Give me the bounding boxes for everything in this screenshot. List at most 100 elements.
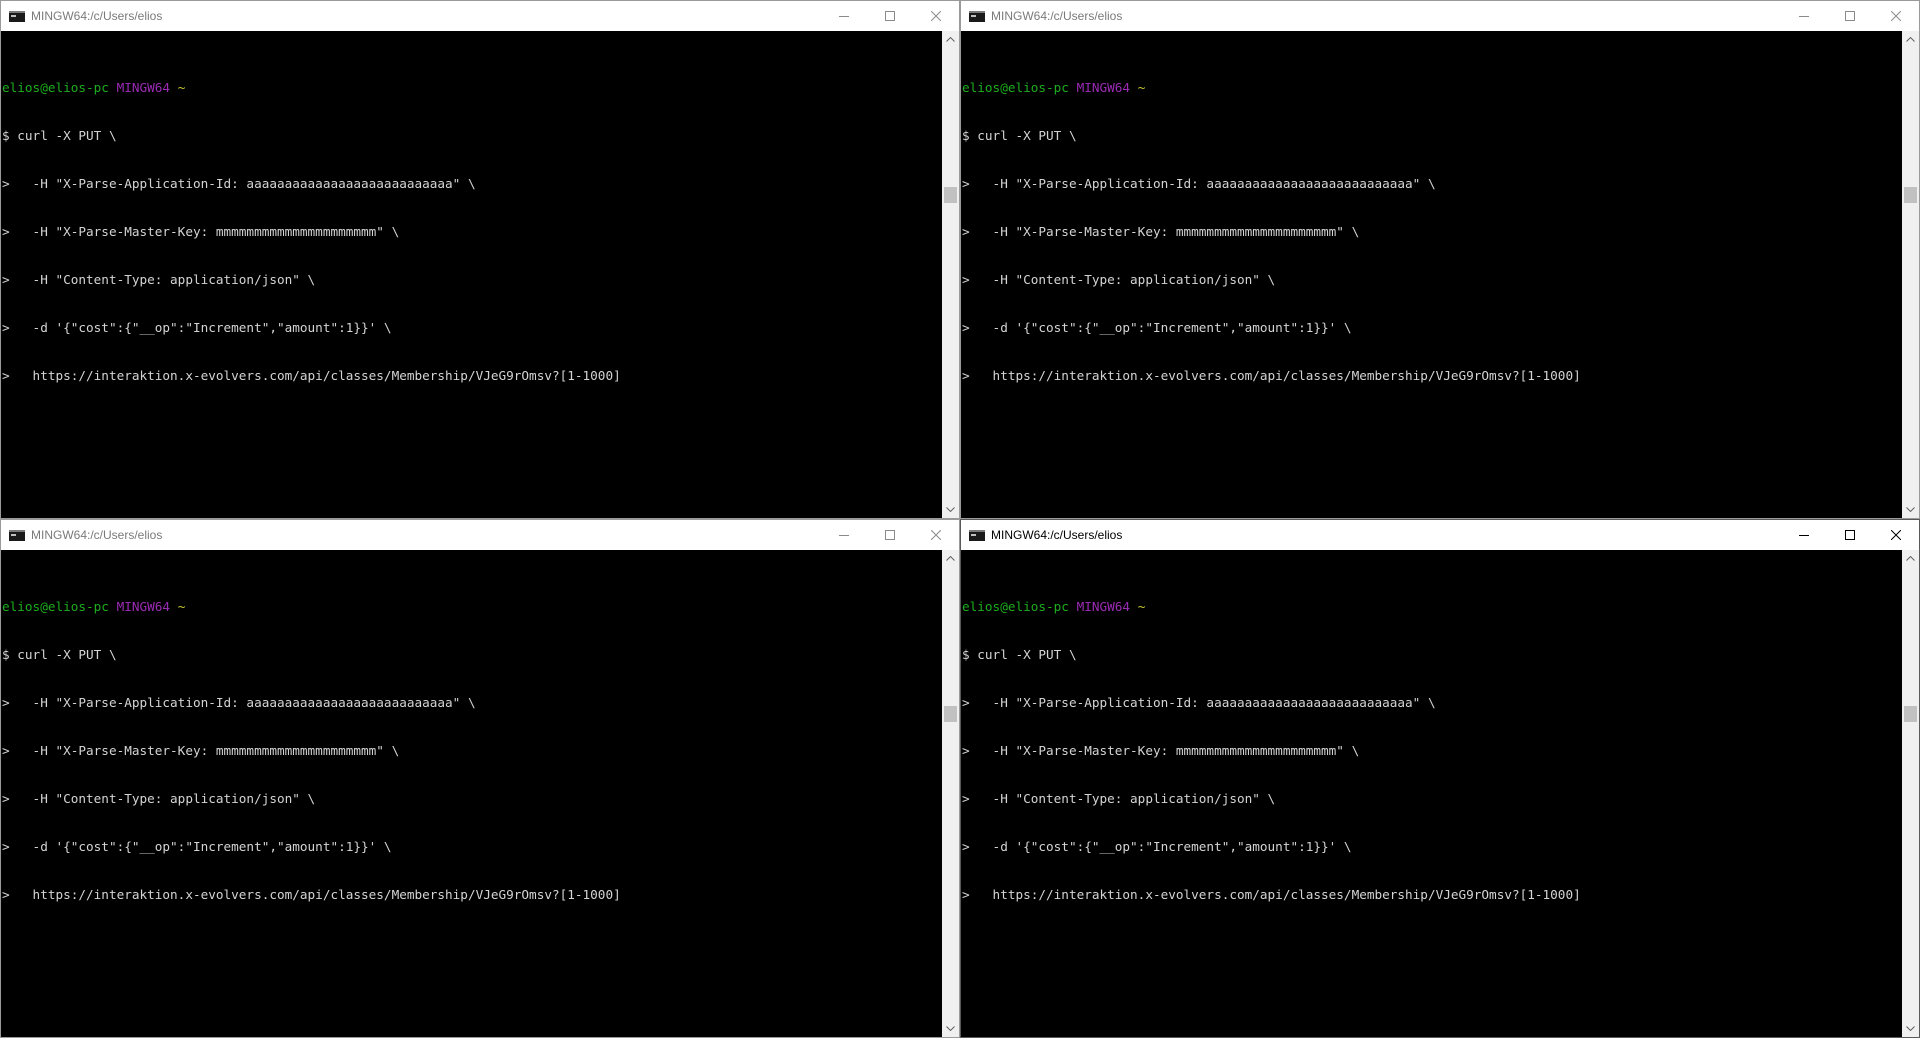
minimize-button[interactable] xyxy=(1781,520,1827,550)
scroll-thumb[interactable] xyxy=(944,706,957,722)
prompt-line: elios@elios-pc MINGW64 ~ xyxy=(962,599,1901,615)
prompt-shell: MINGW64 xyxy=(1076,80,1131,95)
terminal-window-top-left[interactable]: MINGW64:/c/Users/elios elios@elios-pc MI… xyxy=(0,0,960,519)
command-line: > -H "X-Parse-Application-Id: aaaaaaaaaa… xyxy=(2,176,476,191)
command-line: > -H "Content-Type: application/json" \ xyxy=(962,272,1276,287)
scroll-up-arrow-icon xyxy=(946,556,955,561)
close-button[interactable] xyxy=(1873,520,1919,550)
command-line: > -H "X-Parse-Master-Key: mmmmmmmmmmmmmm… xyxy=(2,224,400,239)
window-title: MINGW64:/c/Users/elios xyxy=(991,9,1123,23)
terminal-output[interactable]: elios@elios-pc MINGW64 ~ $ curl -X PUT \… xyxy=(962,48,1901,518)
command-line: > -d '{"cost":{"__op":"Increment","amoun… xyxy=(2,839,392,854)
close-icon xyxy=(1891,530,1901,540)
maximize-icon xyxy=(885,530,895,540)
minimize-icon xyxy=(839,16,849,17)
terminal-output[interactable]: elios@elios-pc MINGW64 ~ $ curl -X PUT \… xyxy=(2,567,941,1037)
command-line: > -H "X-Parse-Master-Key: mmmmmmmmmmmmmm… xyxy=(962,224,1360,239)
console-icon[interactable] xyxy=(9,10,25,22)
command-line: > -d '{"cost":{"__op":"Increment","amoun… xyxy=(962,839,1352,854)
minimize-button[interactable] xyxy=(1781,1,1827,31)
terminal-window-bottom-right[interactable]: MINGW64:/c/Users/elios elios@elios-pc MI… xyxy=(960,519,1920,1038)
caption-buttons xyxy=(821,520,959,550)
command-line: > -H "X-Parse-Application-Id: aaaaaaaaaa… xyxy=(962,176,1436,191)
window-title: MINGW64:/c/Users/elios xyxy=(31,9,163,23)
scroll-down-button[interactable] xyxy=(1902,1020,1919,1037)
title-bar[interactable]: MINGW64:/c/Users/elios xyxy=(961,1,1919,31)
console-icon[interactable] xyxy=(9,529,25,541)
scroll-thumb[interactable] xyxy=(1904,187,1917,203)
prompt-shell: MINGW64 xyxy=(116,599,171,614)
command-line: $ curl -X PUT \ xyxy=(2,128,117,143)
prompt-path: ~ xyxy=(1137,80,1146,95)
scroll-down-button[interactable] xyxy=(942,501,959,518)
terminal-client-area[interactable]: elios@elios-pc MINGW64 ~ $ curl -X PUT \… xyxy=(961,31,1919,518)
maximize-button[interactable] xyxy=(867,1,913,31)
close-button[interactable] xyxy=(1873,1,1919,31)
minimize-button[interactable] xyxy=(821,520,867,550)
scroll-up-arrow-icon xyxy=(1906,556,1915,561)
scroll-down-arrow-icon xyxy=(1906,507,1915,512)
scroll-up-button[interactable] xyxy=(1902,31,1919,48)
close-button[interactable] xyxy=(913,520,959,550)
command-line: > -d '{"cost":{"__op":"Increment","amoun… xyxy=(962,320,1352,335)
prompt-line: elios@elios-pc MINGW64 ~ xyxy=(962,80,1901,96)
prompt-user-host: elios@elios-pc xyxy=(2,599,109,614)
title-bar[interactable]: MINGW64:/c/Users/elios xyxy=(1,520,959,550)
terminal-window-bottom-left[interactable]: MINGW64:/c/Users/elios elios@elios-pc MI… xyxy=(0,519,960,1038)
scroll-up-arrow-icon xyxy=(1906,37,1915,42)
command-line: $ curl -X PUT \ xyxy=(962,128,1077,143)
scroll-thumb[interactable] xyxy=(1904,706,1917,722)
scroll-thumb[interactable] xyxy=(944,187,957,203)
command-line: > -H "X-Parse-Application-Id: aaaaaaaaaa… xyxy=(2,695,476,710)
prompt-shell: MINGW64 xyxy=(116,80,171,95)
command-line: > -H "X-Parse-Application-Id: aaaaaaaaaa… xyxy=(962,695,1436,710)
scroll-down-button[interactable] xyxy=(942,1020,959,1037)
maximize-button[interactable] xyxy=(1827,520,1873,550)
vertical-scrollbar[interactable] xyxy=(1902,550,1919,1037)
vertical-scrollbar[interactable] xyxy=(942,550,959,1037)
scroll-down-button[interactable] xyxy=(1902,501,1919,518)
window-title: MINGW64:/c/Users/elios xyxy=(31,528,163,542)
title-bar[interactable]: MINGW64:/c/Users/elios xyxy=(1,1,959,31)
command-line: > -H "Content-Type: application/json" \ xyxy=(2,272,316,287)
window-title: MINGW64:/c/Users/elios xyxy=(991,528,1123,542)
command-line: > -H "Content-Type: application/json" \ xyxy=(962,791,1276,806)
close-button[interactable] xyxy=(913,1,959,31)
desktop: MINGW64:/c/Users/elios elios@elios-pc MI… xyxy=(0,0,1920,1038)
command-line: > -H "X-Parse-Master-Key: mmmmmmmmmmmmmm… xyxy=(2,743,400,758)
console-icon[interactable] xyxy=(969,10,985,22)
prompt-user-host: elios@elios-pc xyxy=(962,80,1069,95)
scroll-up-button[interactable] xyxy=(942,31,959,48)
terminal-window-top-right[interactable]: MINGW64:/c/Users/elios elios@elios-pc MI… xyxy=(960,0,1920,519)
maximize-icon xyxy=(1845,530,1855,540)
console-icon[interactable] xyxy=(969,529,985,541)
maximize-button[interactable] xyxy=(867,520,913,550)
close-icon xyxy=(931,11,941,21)
terminal-output[interactable]: elios@elios-pc MINGW64 ~ $ curl -X PUT \… xyxy=(2,48,941,518)
maximize-button[interactable] xyxy=(1827,1,1873,31)
command-line: > https://interaktion.x-evolvers.com/api… xyxy=(2,368,621,383)
caption-buttons xyxy=(821,1,959,31)
terminal-output[interactable]: elios@elios-pc MINGW64 ~ $ curl -X PUT \… xyxy=(962,567,1901,1037)
command-line: > https://interaktion.x-evolvers.com/api… xyxy=(962,368,1581,383)
terminal-client-area[interactable]: elios@elios-pc MINGW64 ~ $ curl -X PUT \… xyxy=(961,550,1919,1037)
command-line: $ curl -X PUT \ xyxy=(2,647,117,662)
scroll-up-button[interactable] xyxy=(942,550,959,567)
scroll-up-button[interactable] xyxy=(1902,550,1919,567)
prompt-path: ~ xyxy=(177,599,186,614)
prompt-line: elios@elios-pc MINGW64 ~ xyxy=(2,80,941,96)
minimize-button[interactable] xyxy=(821,1,867,31)
terminal-client-area[interactable]: elios@elios-pc MINGW64 ~ $ curl -X PUT \… xyxy=(1,31,959,518)
prompt-user-host: elios@elios-pc xyxy=(962,599,1069,614)
vertical-scrollbar[interactable] xyxy=(1902,31,1919,518)
command-line: > -d '{"cost":{"__op":"Increment","amoun… xyxy=(2,320,392,335)
vertical-scrollbar[interactable] xyxy=(942,31,959,518)
prompt-path: ~ xyxy=(1137,599,1146,614)
command-line: > -H "Content-Type: application/json" \ xyxy=(2,791,316,806)
prompt-path: ~ xyxy=(177,80,186,95)
title-bar[interactable]: MINGW64:/c/Users/elios xyxy=(961,520,1919,550)
close-icon xyxy=(1891,11,1901,21)
terminal-client-area[interactable]: elios@elios-pc MINGW64 ~ $ curl -X PUT \… xyxy=(1,550,959,1037)
scroll-down-arrow-icon xyxy=(946,1026,955,1031)
maximize-icon xyxy=(885,11,895,21)
